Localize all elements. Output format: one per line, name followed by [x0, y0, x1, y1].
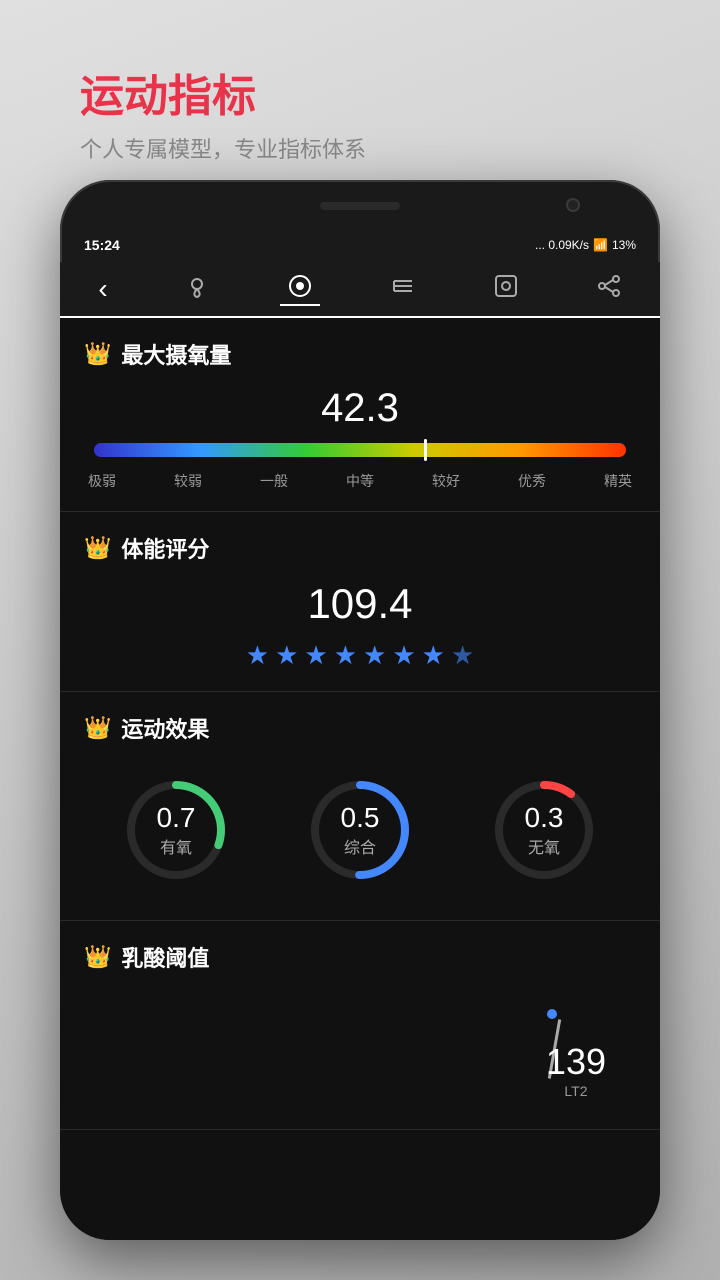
label-good: 较好	[432, 471, 460, 491]
crown-icon-effect: 👑	[84, 715, 111, 741]
fitness-section: 👑 体能评分 109.4 ★ ★ ★ ★ ★ ★ ★ ★	[60, 512, 660, 692]
aerobic-text: 0.7 有氧	[157, 802, 196, 858]
comprehensive-value: 0.5	[341, 802, 380, 833]
lactic-sublabel: LT2	[546, 1083, 606, 1099]
vo2max-value: 42.3	[84, 386, 636, 431]
search-icon[interactable]	[493, 273, 519, 306]
lactic-content: 139 LT2	[84, 989, 636, 1109]
vo2max-marker	[424, 439, 427, 461]
battery-status: 13%	[612, 238, 636, 252]
comprehensive-label: 综合	[341, 834, 380, 858]
phone-camera	[566, 198, 580, 212]
lactic-value-container: 139 LT2	[546, 1041, 606, 1099]
circle-icon	[287, 278, 313, 305]
phone-speaker	[320, 202, 400, 210]
active-nav-item[interactable]	[287, 273, 313, 306]
lactic-number: 139	[546, 1041, 606, 1083]
vo2max-section: 👑 最大摄氧量 42.3 极弱 较弱 一般 中等 较好 优秀 精英	[60, 318, 660, 512]
star-6: ★	[392, 640, 415, 671]
lactic-label: 乳酸阈值	[121, 941, 209, 973]
vo2max-label: 最大摄氧量	[121, 338, 231, 370]
stars-row: ★ ★ ★ ★ ★ ★ ★ ★	[84, 640, 636, 671]
network-status: ... 0.09K/s	[535, 238, 589, 252]
crown-icon-vo2: 👑	[84, 341, 111, 367]
active-indicator	[280, 304, 320, 306]
star-1: ★	[246, 640, 269, 671]
fitness-title: 👑 体能评分	[84, 532, 636, 564]
page-background: 运动指标 个人专属模型，专业指标体系 15:24 ... 0.09K/s 📶 1…	[0, 0, 720, 1280]
rainbow-bar-container	[94, 443, 626, 457]
bar-labels: 极弱 较弱 一般 中等 较好 优秀 精英	[84, 471, 636, 491]
page-subtitle: 个人专属模型，专业指标体系	[80, 132, 366, 164]
label-excellent: 优秀	[518, 471, 546, 491]
comprehensive-text: 0.5 综合	[341, 802, 380, 858]
anaerobic-container: 0.3 无氧	[484, 770, 604, 890]
star-2: ★	[275, 640, 298, 671]
anaerobic-label: 无氧	[525, 834, 564, 858]
star-4: ★	[334, 640, 357, 671]
nav-bar: ‹	[60, 262, 660, 318]
label-elite: 精英	[604, 471, 632, 491]
star-7: ★	[422, 640, 445, 671]
crown-icon-lactic: 👑	[84, 944, 111, 970]
status-bar: 15:24 ... 0.09K/s 📶 13%	[60, 230, 660, 260]
aerobic-value: 0.7	[157, 802, 196, 833]
vo2max-title: 👑 最大摄氧量	[84, 338, 636, 370]
effect-label: 运动效果	[121, 712, 209, 744]
anaerobic-circle: 0.3 无氧	[484, 770, 604, 890]
aerobic-circle: 0.7 有氧	[116, 770, 236, 890]
lactic-section: 👑 乳酸阈值 139 LT2	[60, 921, 660, 1130]
star-3: ★	[304, 640, 327, 671]
crown-icon-fitness: 👑	[84, 535, 111, 561]
label-very-weak: 极弱	[88, 471, 116, 491]
effect-title: 👑 运动效果	[84, 712, 636, 744]
star-8-half: ★	[451, 640, 474, 671]
rainbow-bar	[94, 443, 626, 457]
comprehensive-container: 0.5 综合	[300, 770, 420, 890]
back-button[interactable]: ‹	[98, 273, 107, 305]
star-5: ★	[363, 640, 386, 671]
effect-circles: 0.7 有氧 0.5	[84, 760, 636, 900]
fitness-value: 109.4	[84, 580, 636, 628]
lactic-title: 👑 乳酸阈值	[84, 941, 636, 973]
anaerobic-value: 0.3	[525, 802, 564, 833]
phone-shell: 15:24 ... 0.09K/s 📶 13% ‹	[60, 180, 660, 1240]
lactic-dot	[547, 1009, 557, 1019]
comprehensive-circle: 0.5 综合	[300, 770, 420, 890]
top-text-area: 运动指标 个人专属模型，专业指标体系	[80, 60, 366, 164]
label-normal: 一般	[260, 471, 288, 491]
page-title: 运动指标	[80, 60, 366, 124]
wifi-icon: 📶	[593, 238, 608, 252]
aerobic-label: 有氧	[157, 834, 196, 858]
aerobic-container: 0.7 有氧	[116, 770, 236, 890]
effect-section: 👑 运动效果 0.7 有氧	[60, 692, 660, 921]
label-weak: 较弱	[174, 471, 202, 491]
content-area[interactable]: 👑 最大摄氧量 42.3 极弱 较弱 一般 中等 较好 优秀 精英	[60, 318, 660, 1240]
status-right: ... 0.09K/s 📶 13%	[535, 238, 636, 252]
status-time: 15:24	[84, 237, 120, 253]
anaerobic-text: 0.3 无氧	[525, 802, 564, 858]
share-icon[interactable]	[596, 273, 622, 306]
list-icon[interactable]	[390, 273, 416, 306]
label-medium: 中等	[346, 471, 374, 491]
fitness-label: 体能评分	[121, 532, 209, 564]
map-icon[interactable]	[184, 273, 210, 306]
